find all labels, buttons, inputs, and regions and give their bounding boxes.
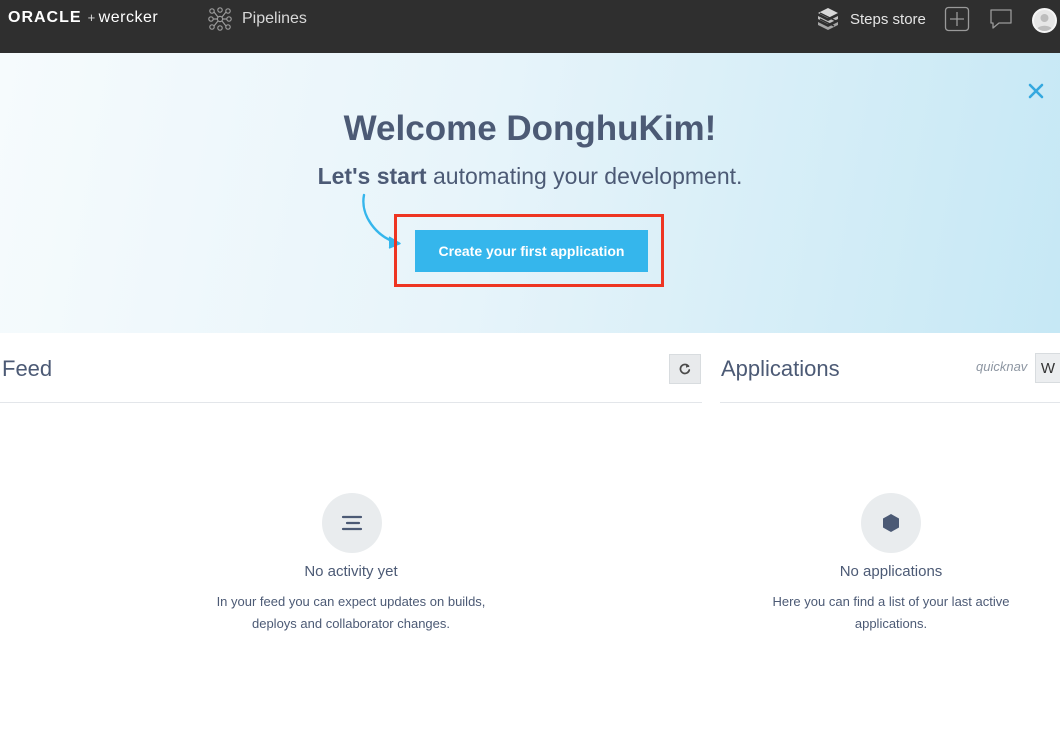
feed-empty-title: No activity yet [304,563,398,580]
logo-plus-text: + [87,10,96,25]
feed-empty-description: In your feed you can expect updates on b… [171,591,531,635]
add-button[interactable] [944,6,970,32]
top-navigation-bar: ORACLE + wercker Pipelines Steps store [0,0,1060,53]
feed-empty-line-2: deploys and collaborator changes. [251,616,451,631]
quicknav-key-button[interactable]: W [1035,353,1060,383]
chat-bubble-icon [990,9,1012,29]
applications-empty-title: No applications [839,563,943,580]
feed-divider [0,402,702,403]
applications-empty-line-1: Here you can find a list of your last ac… [772,594,1010,609]
steps-store-icon [818,8,838,30]
chat-button[interactable] [988,6,1014,32]
refresh-icon [679,363,691,375]
applications-empty-icon-circle [861,493,921,553]
pipelines-label: Pipelines [242,10,307,27]
close-icon [1028,83,1044,99]
user-avatar-icon [1036,14,1053,31]
logo-wercker-text: wercker [98,9,159,26]
hexagon-icon [883,514,899,532]
applications-title: Applications [721,356,840,381]
welcome-title: Welcome DonghuKim! [343,109,717,148]
applications-empty-description: Here you can find a list of your last ac… [721,591,1060,635]
steps-store-link[interactable]: Steps store [816,7,926,31]
user-avatar[interactable] [1032,8,1057,33]
applications-empty-line-2: applications. [854,616,928,631]
feed-empty-icon-circle [322,493,382,553]
feed-empty-line-1: In your feed you can expect updates on b… [216,594,486,609]
refresh-feed-button[interactable] [669,354,701,384]
quicknav-label: quicknav [976,359,1028,374]
plus-icon [944,6,970,32]
welcome-subtitle-rest: automating your development. [426,163,743,189]
logo-oracle-text: ORACLE [8,9,82,26]
pipelines-icon [208,7,232,31]
oracle-wercker-logo[interactable]: ORACLE + wercker [8,9,158,27]
feed-title: Feed [2,356,53,381]
pipelines-nav-link[interactable]: Pipelines [208,7,307,31]
create-first-application-button[interactable]: Create your first application [415,230,648,272]
lines-icon [341,515,363,531]
applications-divider [720,402,1060,403]
close-banner-button[interactable] [1026,81,1046,101]
welcome-subtitle-bold: Let's start [317,163,427,189]
steps-store-label: Steps store [850,10,926,28]
welcome-subtitle: Let's start automating your development. [0,163,1060,190]
welcome-banner: Welcome DonghuKim! Let's start automatin… [0,53,1060,333]
